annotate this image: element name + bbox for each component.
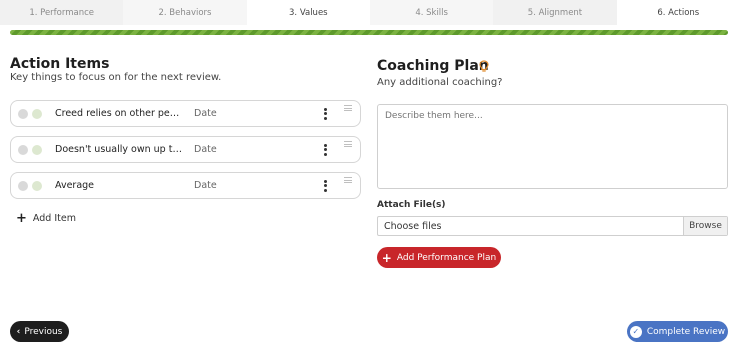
add-performance-plan-button[interactable]: + Add Performance Plan: [377, 247, 501, 268]
tab-alignment[interactable]: 5. Alignment: [493, 0, 617, 25]
complete-review-button[interactable]: ✓ Complete Review: [627, 321, 728, 342]
coaching-plan-title: Coaching Plan: [377, 58, 489, 74]
add-item-label: Add Item: [32, 213, 76, 224]
status-dot[interactable]: [32, 109, 42, 119]
coaching-textarea[interactable]: [377, 104, 728, 189]
date-field[interactable]: Date: [194, 180, 217, 191]
drag-handle-icon[interactable]: [344, 105, 352, 113]
plus-icon: +: [16, 211, 27, 226]
progress-bar: [10, 30, 728, 35]
check-circle-icon: ✓: [629, 325, 642, 338]
more-options-icon[interactable]: [321, 142, 329, 158]
drag-handle-icon[interactable]: [344, 177, 352, 185]
action-item-text[interactable]: Creed relies on other peop...: [55, 108, 185, 119]
attach-files-label: Attach File(s): [377, 200, 446, 210]
plus-icon: +: [381, 250, 392, 265]
tab-actions[interactable]: 6. Actions: [616, 0, 740, 25]
status-dot[interactable]: [32, 145, 42, 155]
more-options-icon[interactable]: [321, 106, 329, 122]
complete-review-label: Complete Review: [646, 326, 726, 337]
action-item-text[interactable]: Doesn't usually own up to ...: [55, 144, 185, 155]
status-dot[interactable]: [18, 181, 28, 191]
tab-bar: 1. Performance 2. Behaviors 3. Values 4.…: [0, 0, 740, 25]
coaching-plan-subtitle: Any additional coaching?: [377, 77, 503, 88]
tab-values[interactable]: 3. Values: [246, 0, 370, 25]
date-field[interactable]: Date: [194, 144, 217, 155]
browse-button[interactable]: Browse: [683, 217, 727, 235]
action-item-text[interactable]: Average: [55, 180, 185, 191]
action-items-subtitle: Key things to focus on for the next revi…: [10, 72, 222, 83]
status-dot[interactable]: [18, 109, 28, 119]
add-performance-plan-label: Add Performance Plan: [396, 252, 497, 263]
drag-handle-icon[interactable]: [344, 141, 352, 149]
previous-label: Previous: [24, 326, 63, 337]
add-item-button[interactable]: + Add Item: [16, 211, 76, 226]
previous-button[interactable]: ‹ Previous: [10, 321, 69, 342]
tab-performance[interactable]: 1. Performance: [0, 0, 124, 25]
more-options-icon[interactable]: [321, 178, 329, 194]
status-dot[interactable]: [18, 145, 28, 155]
action-items-title: Action Items: [10, 56, 110, 72]
date-field[interactable]: Date: [194, 108, 217, 119]
tab-behaviors[interactable]: 2. Behaviors: [123, 0, 247, 25]
file-input[interactable]: Choose files Browse: [377, 216, 728, 236]
status-dot[interactable]: [32, 181, 42, 191]
file-input-text[interactable]: Choose files: [384, 221, 442, 232]
tab-skills[interactable]: 4. Skills: [369, 0, 494, 25]
action-item-row[interactable]: Average Date: [10, 172, 361, 199]
action-item-row[interactable]: Doesn't usually own up to ... Date: [10, 136, 361, 163]
chevron-left-icon: ‹: [16, 326, 21, 337]
action-item-row[interactable]: Creed relies on other peop... Date: [10, 100, 361, 127]
lightbulb-icon: [479, 60, 489, 76]
